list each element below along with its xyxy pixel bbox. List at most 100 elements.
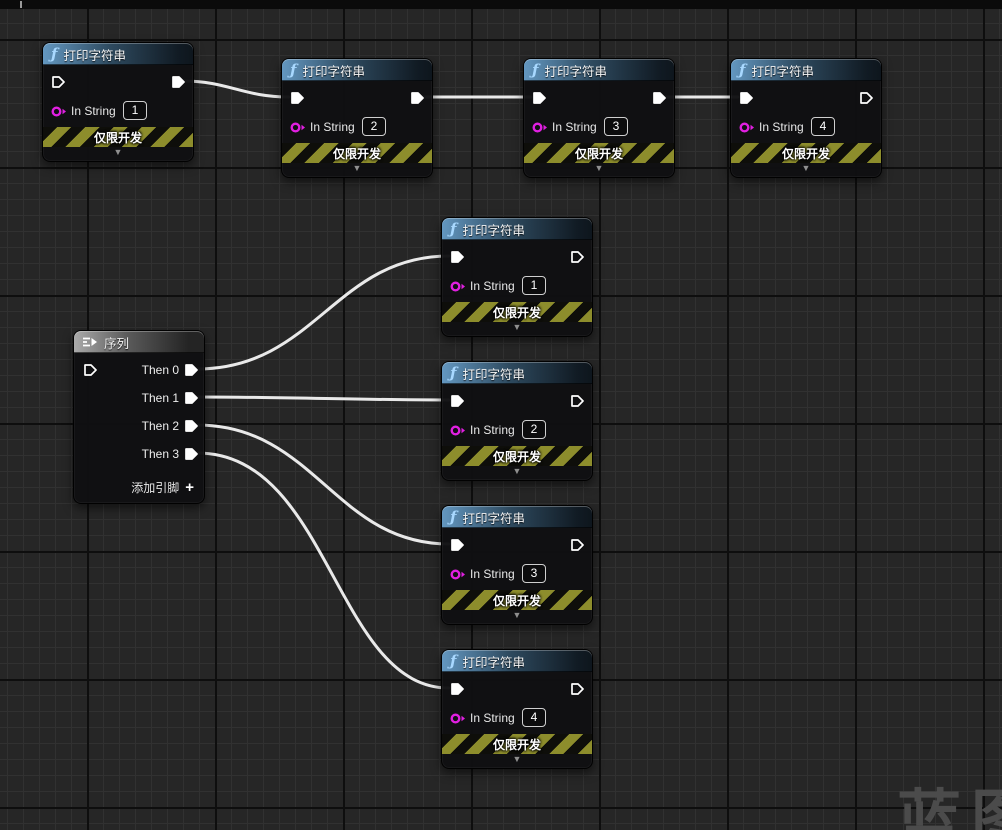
- dev-only-banner: 仅限开发: [282, 143, 432, 163]
- exec-out-pin[interactable]: [570, 250, 584, 264]
- string-pin[interactable]: [532, 121, 549, 134]
- in-string-value-field[interactable]: 2: [362, 117, 386, 136]
- node-title: 打印字符串: [751, 61, 814, 80]
- node-header[interactable]: ƒ 打印字符串: [442, 650, 592, 672]
- function-icon: ƒ: [290, 63, 296, 78]
- collapse-chevron-icon[interactable]: ▼: [43, 146, 193, 158]
- exec-wire-then2[interactable]: [197, 425, 449, 544]
- add-pin-button[interactable]: 添加引脚 +: [131, 479, 194, 496]
- then-0-label: Then 0: [142, 363, 179, 377]
- plus-icon: +: [185, 481, 194, 495]
- then-2-label: Then 2: [142, 419, 179, 433]
- in-string-label: In String: [759, 120, 804, 134]
- then-3-pin[interactable]: [184, 447, 198, 461]
- exec-wire-then0[interactable]: [197, 256, 449, 369]
- in-string-label: In String: [71, 104, 116, 118]
- node-title: 序列: [104, 333, 129, 352]
- node-header[interactable]: ƒ 打印字符串: [442, 506, 592, 528]
- print-string-node-seq-4[interactable]: ƒ 打印字符串 In String 4 仅限开发 ▼: [441, 649, 593, 769]
- exec-out-pin[interactable]: [570, 538, 584, 552]
- exec-wire-then1[interactable]: [197, 397, 449, 400]
- string-pin[interactable]: [450, 568, 467, 581]
- string-pin[interactable]: [450, 424, 467, 437]
- print-string-node-seq-2[interactable]: ƒ 打印字符串 In String 2 仅限开发 ▼: [441, 361, 593, 481]
- dev-only-banner: 仅限开发: [442, 446, 592, 466]
- then-2-pin[interactable]: [184, 419, 198, 433]
- collapse-chevron-icon[interactable]: ▼: [524, 162, 674, 174]
- then-1-row: Then 1: [142, 390, 198, 406]
- in-string-value-field[interactable]: 4: [522, 708, 546, 727]
- add-pin-label: 添加引脚: [131, 479, 179, 496]
- then-3-row: Then 3: [142, 446, 198, 462]
- string-pin[interactable]: [450, 712, 467, 725]
- exec-out-pin[interactable]: [570, 394, 584, 408]
- exec-out-pin[interactable]: [171, 75, 185, 89]
- collapse-chevron-icon[interactable]: ▼: [282, 162, 432, 174]
- in-string-label: In String: [470, 279, 515, 293]
- then-0-row: Then 0: [142, 362, 198, 378]
- exec-wire-chain-1-2[interactable]: [183, 81, 289, 97]
- function-icon: ƒ: [450, 366, 456, 381]
- collapse-chevron-icon[interactable]: ▼: [442, 321, 592, 333]
- in-string-label: In String: [552, 120, 597, 134]
- in-string-value-field[interactable]: 1: [522, 276, 546, 295]
- string-pin[interactable]: [739, 121, 756, 134]
- sequence-icon: [82, 336, 98, 348]
- exec-in-pin[interactable]: [450, 394, 464, 408]
- collapse-chevron-icon[interactable]: ▼: [442, 609, 592, 621]
- then-1-pin[interactable]: [184, 391, 198, 405]
- print-string-node-chain-2[interactable]: ƒ 打印字符串 In String 2 仅限开发 ▼: [281, 58, 433, 178]
- node-header[interactable]: ƒ 打印字符串: [282, 59, 432, 81]
- exec-out-pin[interactable]: [652, 91, 666, 105]
- exec-in-pin[interactable]: [450, 250, 464, 264]
- exec-in-pin[interactable]: [51, 75, 65, 89]
- in-string-value-field[interactable]: 2: [522, 420, 546, 439]
- exec-in-pin[interactable]: [290, 91, 304, 105]
- print-string-node-seq-1[interactable]: ƒ 打印字符串 In String 1 仅限开发 ▼: [441, 217, 593, 337]
- node-title: 打印字符串: [544, 61, 607, 80]
- node-header[interactable]: ƒ 打印字符串: [524, 59, 674, 81]
- collapse-chevron-icon[interactable]: ▼: [442, 753, 592, 765]
- exec-wire-then3[interactable]: [197, 453, 449, 688]
- function-icon: ƒ: [450, 222, 456, 237]
- collapse-chevron-icon[interactable]: ▼: [442, 465, 592, 477]
- print-string-node-chain-3[interactable]: ƒ 打印字符串 In String 3 仅限开发 ▼: [523, 58, 675, 178]
- then-0-pin[interactable]: [184, 363, 198, 377]
- node-header[interactable]: ƒ 打印字符串: [442, 362, 592, 384]
- string-pin[interactable]: [290, 121, 307, 134]
- node-title: 打印字符串: [462, 652, 525, 671]
- print-string-node-chain-1[interactable]: ƒ 打印字符串 In String 1 仅限开发 ▼: [42, 42, 194, 162]
- print-string-node-chain-4[interactable]: ƒ 打印字符串 In String 4 仅限开发 ▼: [730, 58, 882, 178]
- in-string-label: In String: [310, 120, 355, 134]
- node-header[interactable]: ƒ 打印字符串: [442, 218, 592, 240]
- exec-in-pin[interactable]: [450, 682, 464, 696]
- exec-in-pin[interactable]: [450, 538, 464, 552]
- node-header[interactable]: 序列: [74, 331, 204, 353]
- function-icon: ƒ: [739, 63, 745, 78]
- in-string-value-field[interactable]: 4: [811, 117, 835, 136]
- collapse-chevron-icon[interactable]: ▼: [731, 162, 881, 174]
- exec-in-pin[interactable]: [83, 363, 97, 377]
- node-title: 打印字符串: [462, 364, 525, 383]
- in-string-value-field[interactable]: 1: [123, 101, 147, 120]
- string-pin[interactable]: [450, 280, 467, 293]
- node-header[interactable]: ƒ 打印字符串: [731, 59, 881, 81]
- then-2-row: Then 2: [142, 418, 198, 434]
- function-icon: ƒ: [532, 63, 538, 78]
- node-header[interactable]: ƒ 打印字符串: [43, 43, 193, 65]
- in-string-value-field[interactable]: 3: [522, 564, 546, 583]
- dev-only-banner: 仅限开发: [442, 590, 592, 610]
- in-string-value-field[interactable]: 3: [604, 117, 628, 136]
- blueprint-editor: 蓝图 ƒ 打印字符串 In String 1 仅限开发 ▼ ƒ 打印字符串 In…: [0, 0, 1002, 830]
- exec-in-pin[interactable]: [532, 91, 546, 105]
- window-top-strip: [0, 0, 1002, 9]
- exec-out-pin[interactable]: [570, 682, 584, 696]
- dev-only-banner: 仅限开发: [524, 143, 674, 163]
- exec-out-pin[interactable]: [410, 91, 424, 105]
- node-title: 打印字符串: [63, 45, 126, 64]
- exec-in-pin[interactable]: [739, 91, 753, 105]
- exec-out-pin[interactable]: [859, 91, 873, 105]
- sequence-node[interactable]: 序列 Then 0 Then 1 Then 2 Then 3 添加引脚 +: [73, 330, 205, 504]
- string-pin[interactable]: [51, 105, 68, 118]
- print-string-node-seq-3[interactable]: ƒ 打印字符串 In String 3 仅限开发 ▼: [441, 505, 593, 625]
